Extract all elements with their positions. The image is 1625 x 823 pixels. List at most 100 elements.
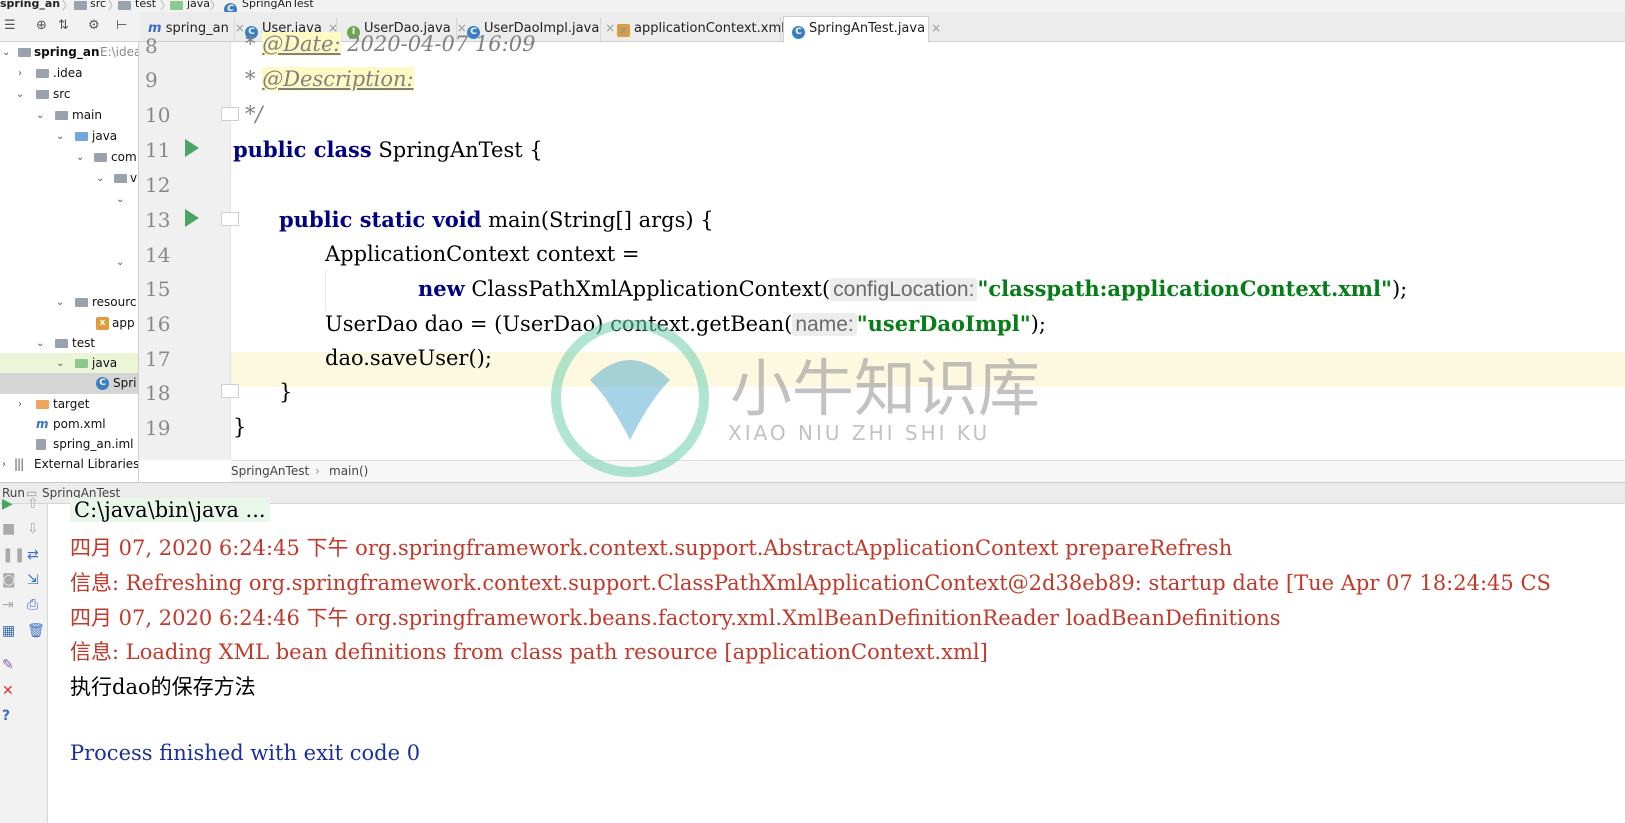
collapse-icon[interactable]: ⇅: [58, 18, 69, 34]
chevron-right-icon[interactable]: ›: [18, 394, 22, 415]
breadcrumb-method[interactable]: main(): [329, 461, 368, 481]
folder-icon: [55, 339, 68, 348]
breadcrumb-project[interactable]: spring_an: [0, 0, 60, 10]
class-icon: C: [792, 26, 805, 39]
tree-item-springantest[interactable]: C Spri: [0, 373, 138, 394]
code-line-10[interactable]: */: [245, 102, 263, 126]
breadcrumb-src[interactable]: src: [90, 0, 106, 10]
hide-icon[interactable]: ⊢: [116, 18, 127, 34]
chevron-down-icon[interactable]: ⌄: [116, 189, 124, 210]
breadcrumb-java[interactable]: java: [187, 0, 210, 10]
tree-item-iml[interactable]: spring_an.iml: [0, 434, 138, 455]
tree-item-package[interactable]: ⌄ v: [0, 168, 138, 189]
layout-icon[interactable]: ▦: [2, 623, 15, 639]
indent-guide: [325, 270, 326, 310]
line-number: 13: [145, 208, 171, 232]
chevron-down-icon[interactable]: ⌄: [56, 353, 64, 374]
code-line-17[interactable]: dao.saveUser();: [325, 346, 492, 370]
tree-item-idea[interactable]: › .idea: [0, 63, 138, 84]
pause-icon[interactable]: ❚❚: [2, 547, 25, 563]
tree-item-java[interactable]: ⌄ java: [0, 126, 138, 147]
tree-item-root[interactable]: ⌄ spring_an E:\idea: [0, 42, 138, 63]
code-line-14[interactable]: ApplicationContext context =: [325, 242, 640, 266]
close-icon[interactable]: ✕: [2, 683, 14, 699]
code-line-19[interactable]: }: [233, 415, 246, 439]
soft-wrap-icon[interactable]: ⇄: [27, 547, 39, 563]
locate-icon[interactable]: ⊕: [36, 18, 47, 34]
code-line-9[interactable]: * @Description:: [245, 67, 414, 91]
navigation-breadcrumb: spring_an 〉 src 〉 test 〉 java 〉 C Spring…: [0, 0, 1625, 12]
code-line-11[interactable]: public class SpringAnTest {: [233, 137, 543, 162]
code-line-8[interactable]: * @Date: 2020-04-07 16:09: [245, 32, 535, 56]
xml-icon: x: [617, 24, 630, 37]
breadcrumb-separator: 〉: [210, 0, 221, 12]
tree-item-label: pom.xml: [53, 417, 106, 431]
gear-icon[interactable]: ⚙: [88, 18, 100, 34]
code-line-15[interactable]: new ClassPathXmlApplicationContext(confi…: [418, 276, 1407, 302]
down-arrow-icon[interactable]: ⇩: [27, 521, 39, 537]
scroll-to-end-icon[interactable]: ⇲: [27, 572, 39, 588]
chevron-right-icon[interactable]: ›: [18, 63, 22, 84]
folder-icon: [74, 0, 87, 12]
breadcrumb-class[interactable]: SpringAnTest: [231, 461, 309, 481]
tree-item-external-libraries[interactable]: › ||| External Libraries: [0, 454, 139, 475]
breadcrumb-class[interactable]: SpringAnTest: [242, 0, 314, 10]
tab-label: SpringAnTest.java: [809, 21, 926, 36]
tab-applicationcontext-xml[interactable]: xapplicationContext.xml×: [603, 17, 801, 41]
camera-icon[interactable]: ◙: [2, 572, 16, 588]
tree-item-src[interactable]: ⌄ src: [0, 84, 138, 105]
chevron-down-icon[interactable]: ⌄: [76, 147, 84, 168]
print-icon[interactable]: ⎙: [27, 597, 38, 613]
chevron-down-icon[interactable]: ⌄: [56, 126, 64, 147]
chevron-down-icon[interactable]: ⌄: [36, 105, 44, 126]
breadcrumb-separator: ›: [315, 464, 320, 478]
xml-icon: x: [96, 317, 109, 330]
tree-item-target[interactable]: › target: [0, 394, 138, 415]
chevron-down-icon[interactable]: ⌄: [116, 252, 124, 273]
code-line-18[interactable]: }: [279, 380, 292, 404]
tree-item-label: External Libraries: [34, 457, 139, 471]
tree-item-subpackage[interactable]: ⌄: [0, 252, 138, 273]
code-line-13[interactable]: public static void main(String[] args) {: [279, 207, 714, 232]
tab-label: applicationContext.xml: [634, 21, 785, 36]
run-main-icon[interactable]: [185, 209, 199, 227]
help-icon[interactable]: ?: [2, 708, 10, 724]
fold-marker-icon[interactable]: [221, 107, 239, 121]
tree-item-label: .idea: [53, 66, 83, 80]
line-number: 9: [145, 68, 158, 92]
tab-springantest-java[interactable]: C SpringAnTest.java ×: [783, 16, 941, 43]
console-line-log: 信息: Refreshing org.springframework.conte…: [70, 571, 1551, 595]
tree-item-test-java[interactable]: ⌄ java: [0, 353, 138, 374]
close-icon[interactable]: ×: [931, 21, 941, 35]
stop-icon[interactable]: ■: [2, 521, 15, 537]
tree-item-pom[interactable]: m pom.xml: [0, 414, 138, 435]
chevron-down-icon[interactable]: ⌄: [16, 84, 24, 105]
tree-item-test[interactable]: ⌄ test: [0, 333, 138, 354]
pin-icon[interactable]: ✎: [2, 657, 14, 673]
line-number: 14: [145, 243, 171, 267]
rerun-icon[interactable]: ▶: [2, 496, 13, 512]
breadcrumb-test[interactable]: test: [135, 0, 156, 10]
chevron-down-icon[interactable]: ⌄: [36, 333, 44, 354]
tree-item-appctx[interactable]: x app: [0, 313, 138, 334]
libraries-icon: |||: [14, 457, 24, 471]
package-icon: [94, 153, 107, 162]
up-arrow-icon[interactable]: ⇧: [27, 496, 39, 512]
trash-icon[interactable]: 🗑: [27, 623, 45, 639]
project-view-icon[interactable]: ☰: [4, 18, 16, 34]
chevron-down-icon[interactable]: ⌄: [96, 168, 104, 189]
fold-marker-icon[interactable]: [221, 212, 239, 226]
console-line-exit: Process finished with exit code 0: [70, 741, 421, 765]
tree-item-resources[interactable]: ⌄ resourc: [0, 292, 138, 313]
tree-item-com[interactable]: ⌄ com: [0, 147, 138, 168]
fold-marker-icon[interactable]: [221, 384, 239, 398]
run-class-icon[interactable]: [185, 139, 199, 157]
chevron-down-icon[interactable]: ⌄: [56, 292, 64, 313]
module-file-icon: [36, 439, 46, 450]
chevron-right-icon[interactable]: ›: [2, 454, 6, 475]
chevron-down-icon[interactable]: ⌄: [2, 42, 10, 63]
tree-item-subpackage[interactable]: ⌄: [0, 189, 138, 210]
tree-item-label: Spri: [113, 376, 137, 390]
exit-icon[interactable]: ⇥: [2, 597, 14, 613]
tree-item-main[interactable]: ⌄ main: [0, 105, 138, 126]
